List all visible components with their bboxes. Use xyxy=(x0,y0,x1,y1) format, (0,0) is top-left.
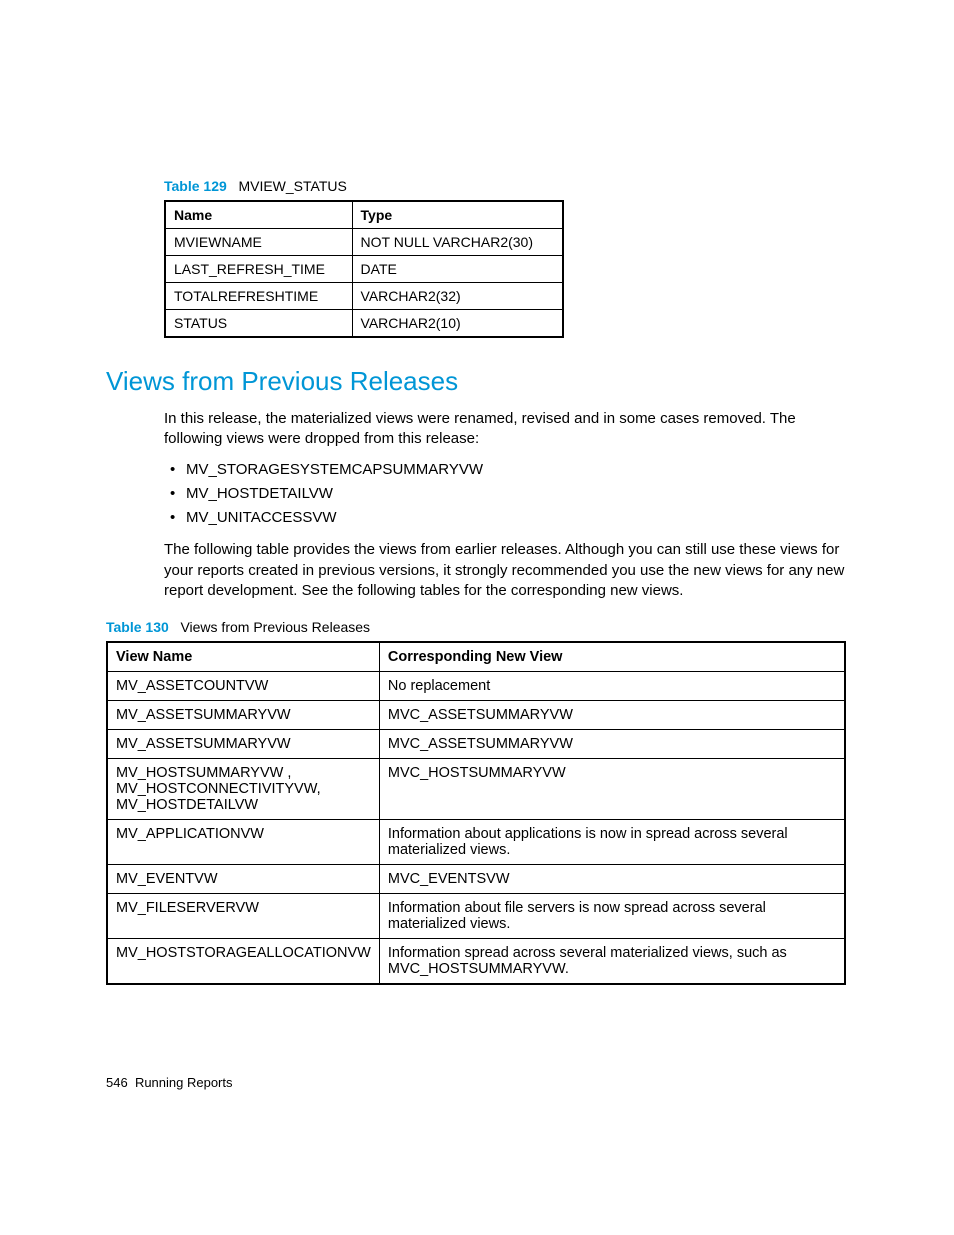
footer-section: Running Reports xyxy=(135,1075,233,1090)
col-header-type: Type xyxy=(352,201,563,229)
cell-new: MVC_ASSETSUMMARYVW xyxy=(379,701,845,730)
table-row: MV_HOSTSUMMARYVW , MV_HOSTCONNECTIVITYVW… xyxy=(107,759,845,820)
cell-name: STATUS xyxy=(165,310,352,338)
table-row: STATUS VARCHAR2(10) xyxy=(165,310,563,338)
dropped-views-list: MV_STORAGESYSTEMCAPSUMMARYVW MV_HOSTDETA… xyxy=(164,460,848,529)
table-row: MV_EVENTVW MVC_EVENTSVW xyxy=(107,865,845,894)
cell-view: MV_ASSETCOUNTVW xyxy=(107,672,379,701)
col-header-name: Name xyxy=(165,201,352,229)
table-row: TOTALREFRESHTIME VARCHAR2(32) xyxy=(165,283,563,310)
cell-name: MVIEWNAME xyxy=(165,229,352,256)
section-body: In this release, the materialized views … xyxy=(164,409,848,601)
page-footer: 546 Running Reports xyxy=(106,1075,848,1090)
intro-paragraph: In this release, the materialized views … xyxy=(164,409,848,450)
table-row: MV_ASSETSUMMARYVW MVC_ASSETSUMMARYVW xyxy=(107,730,845,759)
cell-view: MV_ASSETSUMMARYVW xyxy=(107,701,379,730)
table-130-label: Table 130 xyxy=(106,619,169,635)
cell-new: No replacement xyxy=(379,672,845,701)
list-item: MV_HOSTDETAILVW xyxy=(164,484,848,504)
table-129-label: Table 129 xyxy=(164,178,227,194)
section-heading: Views from Previous Releases xyxy=(106,366,848,397)
cell-view: MV_FILESERVERVW xyxy=(107,894,379,939)
table-row: MV_ASSETSUMMARYVW MVC_ASSETSUMMARYVW xyxy=(107,701,845,730)
cell-name: LAST_REFRESH_TIME xyxy=(165,256,352,283)
list-item: MV_STORAGESYSTEMCAPSUMMARYVW xyxy=(164,460,848,480)
cell-new: Information about applications is now in… xyxy=(379,820,845,865)
document-page: Table 129 MVIEW_STATUS Name Type MVIEWNA… xyxy=(0,0,954,1150)
table-130: View Name Corresponding New View MV_ASSE… xyxy=(106,641,846,985)
cell-name: TOTALREFRESHTIME xyxy=(165,283,352,310)
page-number: 546 xyxy=(106,1075,128,1090)
cell-view: MV_APPLICATIONVW xyxy=(107,820,379,865)
cell-view: MV_ASSETSUMMARYVW xyxy=(107,730,379,759)
table-row: MV_ASSETCOUNTVW No replacement xyxy=(107,672,845,701)
cell-view: MV_EVENTVW xyxy=(107,865,379,894)
cell-new: Information about file servers is now sp… xyxy=(379,894,845,939)
table-row: MV_HOSTSTORAGEALLOCATIONVW Information s… xyxy=(107,939,845,985)
table-130-caption: Table 130 Views from Previous Releases xyxy=(106,619,848,635)
list-item: MV_UNITACCESSVW xyxy=(164,508,848,528)
cell-new: MVC_ASSETSUMMARYVW xyxy=(379,730,845,759)
cell-view: MV_HOSTSUMMARYVW , MV_HOSTCONNECTIVITYVW… xyxy=(107,759,379,820)
cell-type: VARCHAR2(32) xyxy=(352,283,563,310)
cell-type: NOT NULL VARCHAR2(30) xyxy=(352,229,563,256)
paragraph-2: The following table provides the views f… xyxy=(164,540,848,601)
table-row: MV_APPLICATIONVW Information about appli… xyxy=(107,820,845,865)
col-header-view-name: View Name xyxy=(107,642,379,672)
table-row: LAST_REFRESH_TIME DATE xyxy=(165,256,563,283)
cell-view: MV_HOSTSTORAGEALLOCATIONVW xyxy=(107,939,379,985)
cell-new: MVC_HOSTSUMMARYVW xyxy=(379,759,845,820)
table-130-title: Views from Previous Releases xyxy=(180,619,370,635)
table-row: MV_FILESERVERVW Information about file s… xyxy=(107,894,845,939)
table-row: MVIEWNAME NOT NULL VARCHAR2(30) xyxy=(165,229,563,256)
table-129: Name Type MVIEWNAME NOT NULL VARCHAR2(30… xyxy=(164,200,564,338)
table-129-caption: Table 129 MVIEW_STATUS xyxy=(164,178,848,194)
table-129-title: MVIEW_STATUS xyxy=(238,178,346,194)
cell-type: VARCHAR2(10) xyxy=(352,310,563,338)
col-header-new-view: Corresponding New View xyxy=(379,642,845,672)
cell-new: Information spread across several materi… xyxy=(379,939,845,985)
cell-type: DATE xyxy=(352,256,563,283)
cell-new: MVC_EVENTSVW xyxy=(379,865,845,894)
